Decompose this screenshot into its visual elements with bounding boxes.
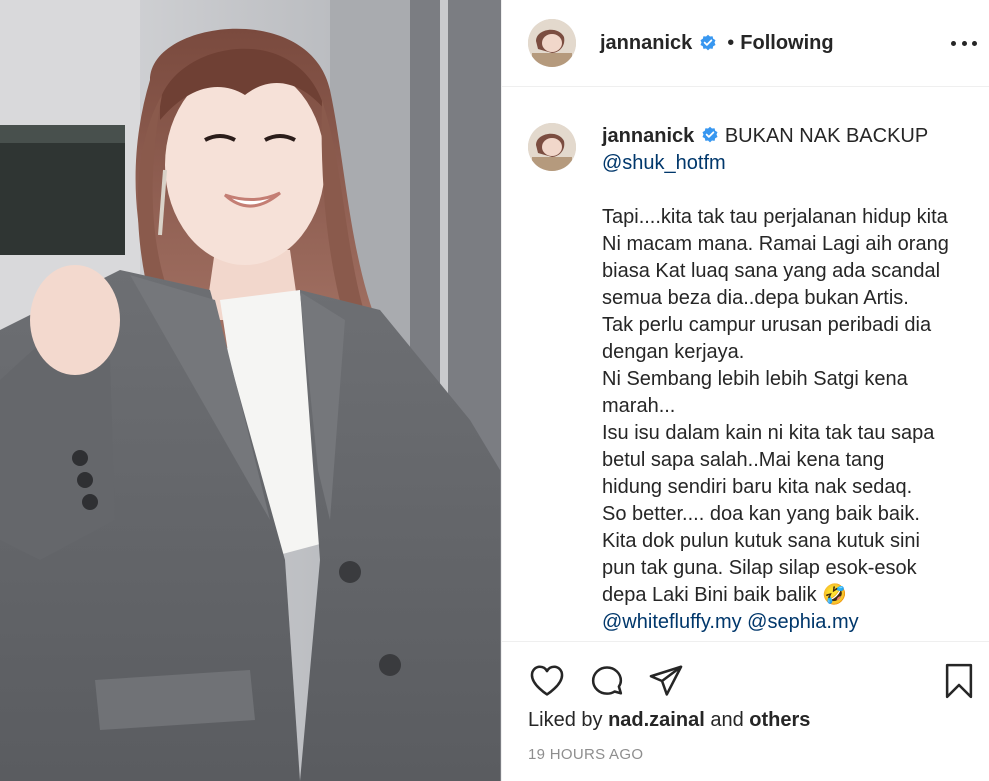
caption: jannanick BUKAN NAK BACKUP @shuk_hotfm T… [528, 123, 963, 636]
caption-line: semua beza dia..depa bukan Artis. [602, 287, 909, 309]
caption-line: Ni macam mana. Ramai Lagi aih orang [602, 233, 949, 255]
comment-icon[interactable] [588, 662, 626, 700]
more-dot [951, 40, 956, 46]
more-options-icon[interactable] [951, 30, 977, 56]
username-link[interactable]: jannanick [600, 32, 692, 55]
more-dot [972, 40, 977, 46]
verified-badge-icon [700, 34, 716, 51]
caption-line: Isu isu dalam kain ni kita tak tau sapa [602, 422, 935, 444]
caption-first-line: jannanick BUKAN NAK BACKUP [602, 123, 963, 150]
likes-prefix: Liked by [528, 709, 603, 731]
bottom-spacer [502, 763, 989, 781]
likes-others-link[interactable]: others [749, 709, 810, 731]
caption-avatar[interactable] [528, 123, 576, 171]
caption-area: jannanick BUKAN NAK BACKUP @shuk_hotfm T… [502, 87, 989, 642]
post-sidebar: jannanick • Following jannanick BUKAN NA… [501, 0, 989, 781]
mention-links[interactable]: @whitefluffy.my @sephia.my [602, 609, 963, 636]
caption-line: betul sapa salah..Mai kena tang [602, 449, 885, 471]
caption-username[interactable]: jannanick [602, 125, 694, 147]
caption-line: BUKAN NAK BACKUP [724, 125, 929, 147]
caption-line: Kita dok pulun kutuk sana kutuk sini [602, 530, 920, 552]
caption-line: So better.... doa kan yang baik baik. [602, 503, 920, 525]
avatar-image [528, 19, 576, 67]
avatar[interactable] [528, 19, 576, 67]
liked-by-user-link[interactable]: nad.zainal [608, 709, 705, 731]
caption-text: jannanick BUKAN NAK BACKUP @shuk_hotfm T… [602, 123, 963, 636]
post-header: jannanick • Following [502, 0, 989, 87]
action-bar [502, 642, 989, 712]
bookmark-icon[interactable] [940, 662, 978, 700]
verified-badge-icon [702, 126, 718, 143]
caption-line: Ni Sembang lebih lebih Satgi kena [602, 368, 908, 390]
separator-dot: • [727, 31, 735, 54]
following-button[interactable]: Following [740, 32, 833, 55]
caption-line: pun tak guna. Silap silap esok-esok [602, 557, 917, 579]
likes-summary: Liked by nad.zainal and others [502, 709, 989, 732]
caption-line: Tak perlu campur urusan peribadi dia [602, 314, 932, 336]
caption-line: marah... [602, 395, 676, 417]
post-image [0, 0, 501, 781]
caption-line: biasa Kat luaq sana yang ada scandal [602, 260, 941, 282]
instagram-post: jannanick • Following jannanick BUKAN NA… [0, 0, 989, 781]
post-timestamp[interactable]: 19 HOURS AGO [502, 746, 989, 763]
caption-line: hidung sendiri baru kita nak sedaq. [602, 476, 913, 498]
likes-conjunction: and [710, 709, 744, 731]
share-icon[interactable] [647, 662, 685, 700]
heart-icon[interactable] [528, 662, 566, 700]
post-video[interactable] [0, 0, 501, 781]
avatar-image [528, 123, 576, 171]
more-dot [961, 40, 967, 46]
mention-link[interactable]: @shuk_hotfm [602, 150, 963, 177]
caption-line: dengan kerjaya. [602, 341, 745, 363]
caption-line: Tapi....kita tak tau perjalanan hidup ki… [602, 206, 948, 228]
caption-line: depa Laki Bini baik balik 🤣 [602, 584, 848, 606]
